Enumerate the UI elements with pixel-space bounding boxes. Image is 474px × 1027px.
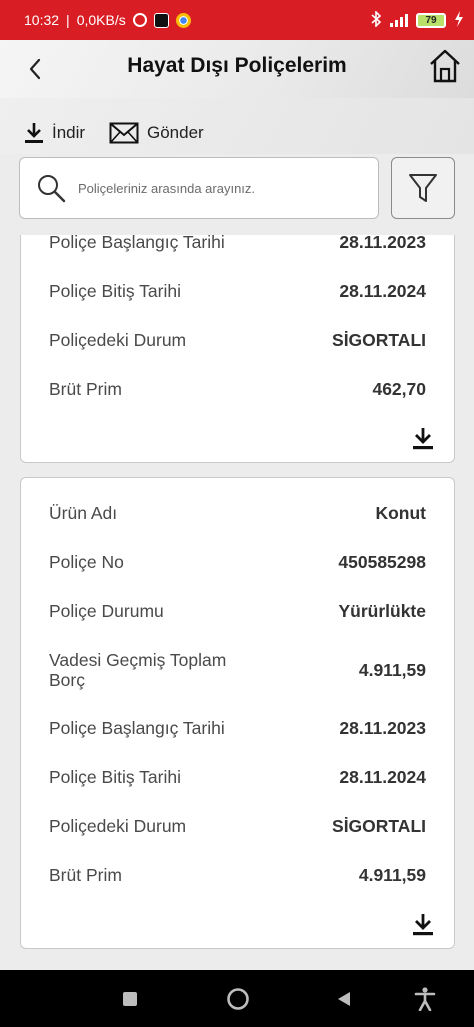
- square-icon: [123, 992, 137, 1006]
- triangle-back-icon: [338, 992, 350, 1006]
- row-label: Ürün Adı: [49, 503, 118, 523]
- status-left: 10:32 | 0,0KB/s: [24, 12, 191, 28]
- network-speed: 0,0KB/s: [76, 12, 126, 28]
- system-nav-bar: [0, 970, 474, 1027]
- row-value: 28.11.2023: [339, 718, 426, 738]
- app-header: Hayat Dışı Poliçelerim: [0, 40, 474, 98]
- policy-card[interactable]: Poliçe Başlangıç Tarihi 28.11.2023 Poliç…: [20, 235, 455, 463]
- card-row: Vadesi Geçmiş Toplam Borç 4.911,59: [49, 650, 426, 690]
- row-label: Poliçe No: [49, 552, 124, 572]
- row-label: Vadesi Geçmiş Toplam Borç: [49, 650, 227, 690]
- card-row: Brüt Prim 462,70: [49, 379, 426, 399]
- row-value: 4.911,59: [358, 660, 426, 680]
- home-button[interactable]: [428, 48, 462, 86]
- row-value: SİGORTALI: [332, 330, 426, 350]
- accessibility-icon: [414, 987, 436, 1011]
- search-input[interactable]: [78, 180, 348, 196]
- status-separator: |: [66, 12, 70, 28]
- charging-icon: [454, 10, 464, 30]
- row-value: Konut: [375, 503, 426, 523]
- policy-card[interactable]: Ürün Adı Konut Poliçe No 450585298 Poliç…: [20, 477, 455, 949]
- policy-download-button[interactable]: [412, 427, 434, 451]
- status-bar: 10:32 | 0,0KB/s 79: [0, 0, 474, 40]
- row-label: Brüt Prim: [49, 379, 122, 399]
- search-box: [19, 157, 379, 219]
- row-label: Poliçe Başlangıç Tarihi: [49, 718, 225, 738]
- card-row: Poliçe Bitiş Tarihi 28.11.2024: [49, 767, 426, 787]
- card-row: Poliçedeki Durum SİGORTALI: [49, 330, 426, 350]
- accessibility-button[interactable]: [413, 987, 437, 1011]
- card-row: Brüt Prim 4.911,59: [49, 865, 426, 885]
- envelope-icon: [109, 122, 139, 144]
- chrome-icon: [175, 12, 191, 28]
- row-label: Poliçe Durumu: [49, 601, 164, 621]
- row-value: 4.911,59: [358, 865, 426, 885]
- row-label: Poliçe Başlangıç Tarihi: [49, 235, 225, 252]
- card-row: Poliçedeki Durum SİGORTALI: [49, 816, 426, 836]
- app-icon: [153, 12, 169, 28]
- policy-download-button[interactable]: [412, 913, 434, 937]
- row-label: Poliçedeki Durum: [49, 330, 187, 350]
- download-icon: [25, 123, 43, 143]
- policy-list[interactable]: Poliçe Başlangıç Tarihi 28.11.2023 Poliç…: [0, 235, 474, 970]
- row-value: SİGORTALI: [332, 816, 426, 836]
- row-label: Poliçe Bitiş Tarihi: [49, 281, 181, 301]
- send-button[interactable]: Gönder: [109, 122, 204, 144]
- alarm-icon: [132, 13, 147, 27]
- card-row: Ürün Adı Konut: [49, 503, 426, 523]
- row-value: 462,70: [372, 379, 426, 399]
- row-label: Poliçedeki Durum: [49, 816, 187, 836]
- filter-button[interactable]: [391, 157, 455, 219]
- download-all-button[interactable]: İndir: [24, 122, 85, 144]
- page-title: Hayat Dışı Poliçelerim: [127, 54, 347, 77]
- row-label: Brüt Prim: [49, 865, 122, 885]
- download-label: İndir: [52, 123, 86, 142]
- bluetooth-icon: [370, 9, 382, 30]
- row-value: Yürürlükte: [338, 601, 426, 621]
- status-right: 79: [370, 9, 464, 30]
- search-icon: [38, 175, 66, 203]
- recents-button[interactable]: [118, 987, 142, 1011]
- send-label: Gönder: [147, 123, 204, 142]
- signal-icon: [390, 13, 408, 27]
- card-row: Poliçe Başlangıç Tarihi 28.11.2023: [49, 718, 426, 738]
- row-value: 450585298: [338, 552, 426, 572]
- home-icon: [430, 49, 460, 83]
- download-icon: [413, 428, 433, 450]
- card-row: Poliçe No 450585298: [49, 552, 426, 572]
- battery-icon: 79: [416, 12, 446, 28]
- card-row: Poliçe Başlangıç Tarihi 28.11.2023: [49, 235, 426, 252]
- row-value: 28.11.2024: [339, 281, 426, 301]
- home-nav-button[interactable]: [226, 987, 250, 1011]
- row-label: Poliçe Bitiş Tarihi: [49, 767, 181, 787]
- card-row: Poliçe Bitiş Tarihi 28.11.2024: [49, 281, 426, 301]
- row-value: 28.11.2023: [339, 235, 426, 252]
- action-row: İndir Gönder: [0, 98, 474, 154]
- circle-icon: [227, 988, 249, 1010]
- filter-icon: [409, 174, 437, 202]
- status-time: 10:32: [24, 12, 60, 28]
- back-nav-button[interactable]: [332, 987, 356, 1011]
- card-row: Poliçe Durumu Yürürlükte: [49, 601, 426, 621]
- row-value: 28.11.2024: [339, 767, 426, 787]
- download-icon: [413, 914, 433, 936]
